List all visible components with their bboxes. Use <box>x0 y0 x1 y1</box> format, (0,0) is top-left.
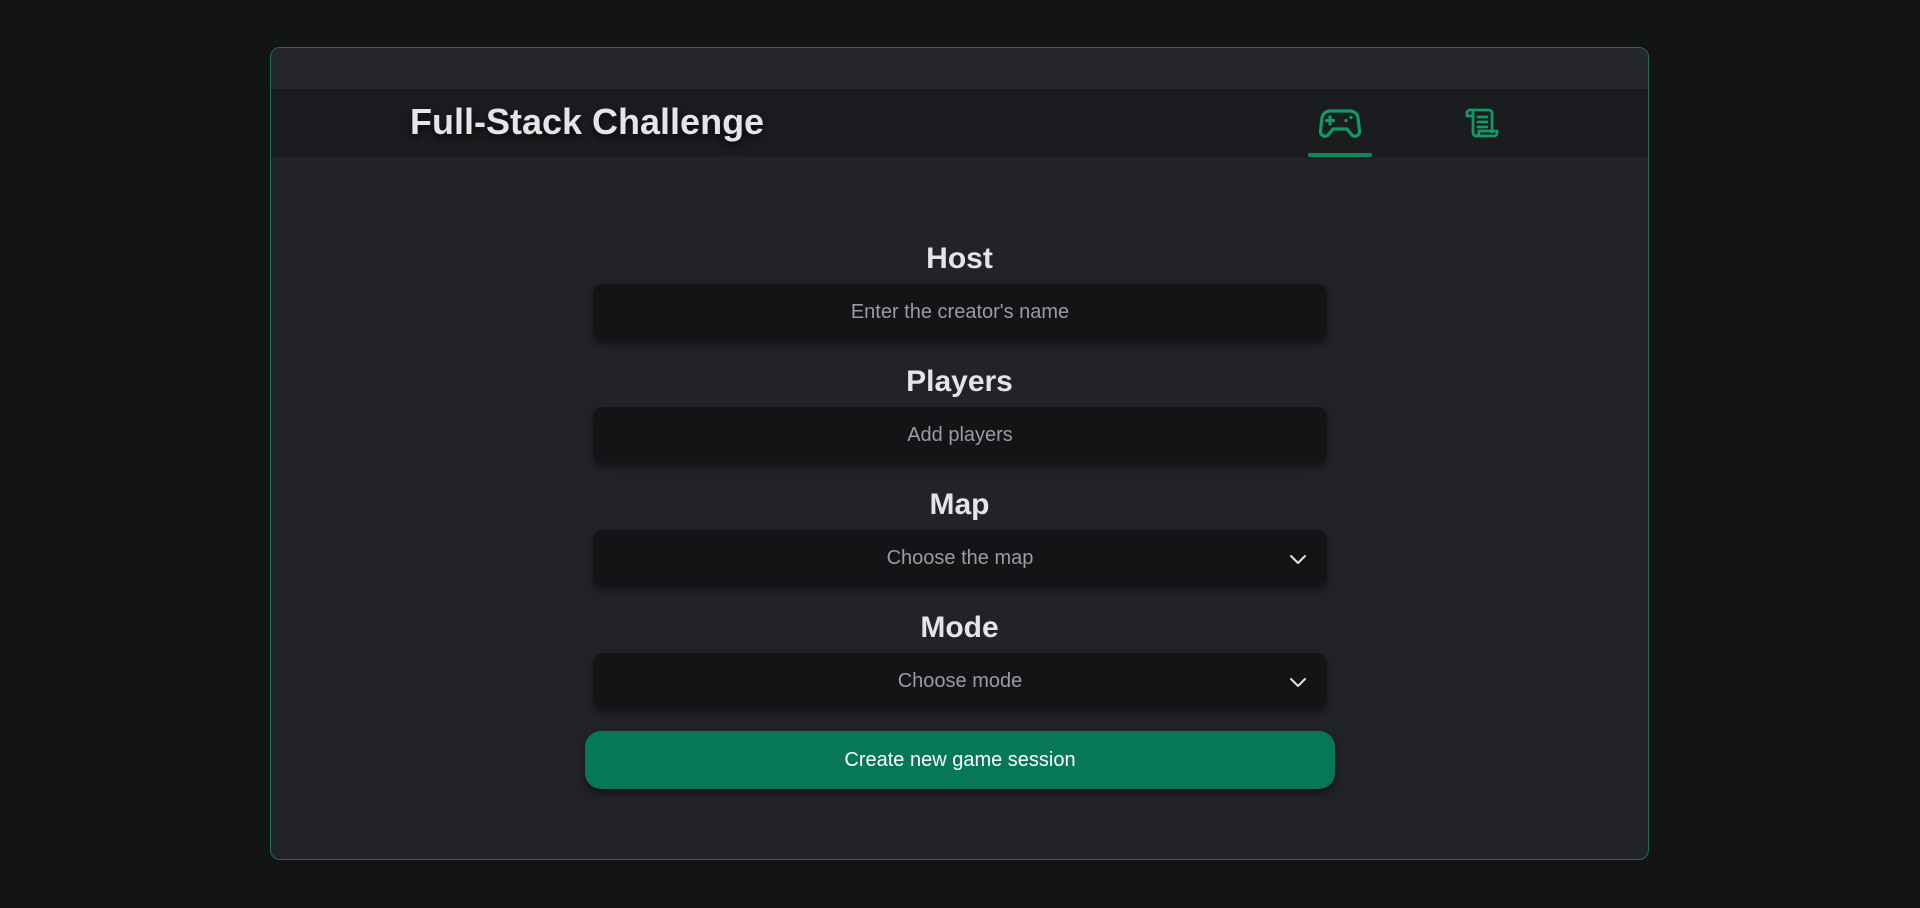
map-select[interactable]: Choose the map <box>593 530 1327 586</box>
host-input[interactable] <box>593 283 1327 341</box>
mode-label: Mode <box>920 611 999 644</box>
active-tab-indicator <box>1308 153 1372 157</box>
gamepad-icon <box>1319 109 1361 138</box>
host-field-container <box>593 283 1327 341</box>
chevron-down-icon <box>1290 678 1306 687</box>
players-label: Players <box>906 365 1013 398</box>
host-label: Host <box>926 242 993 275</box>
main-card: Full-Stack Challenge Host Enter the crea… <box>270 47 1649 860</box>
players-input[interactable] <box>593 406 1327 464</box>
app-header: Full-Stack Challenge <box>271 89 1648 157</box>
chevron-down-icon <box>1290 555 1306 564</box>
tab-game[interactable] <box>1308 89 1372 157</box>
tab-history[interactable] <box>1450 89 1514 157</box>
card-top-strip <box>271 48 1648 89</box>
mode-select[interactable]: Choose mode <box>593 653 1327 709</box>
map-select-value: Choose the map <box>886 546 1034 569</box>
mode-select-value: Choose mode <box>897 669 1023 692</box>
players-field-container <box>593 406 1327 464</box>
map-label: Map <box>929 488 990 521</box>
app-title: Full-Stack Challenge <box>410 101 765 142</box>
create-session-button[interactable]: Create new game session <box>585 731 1335 789</box>
scroll-icon <box>1465 108 1499 138</box>
